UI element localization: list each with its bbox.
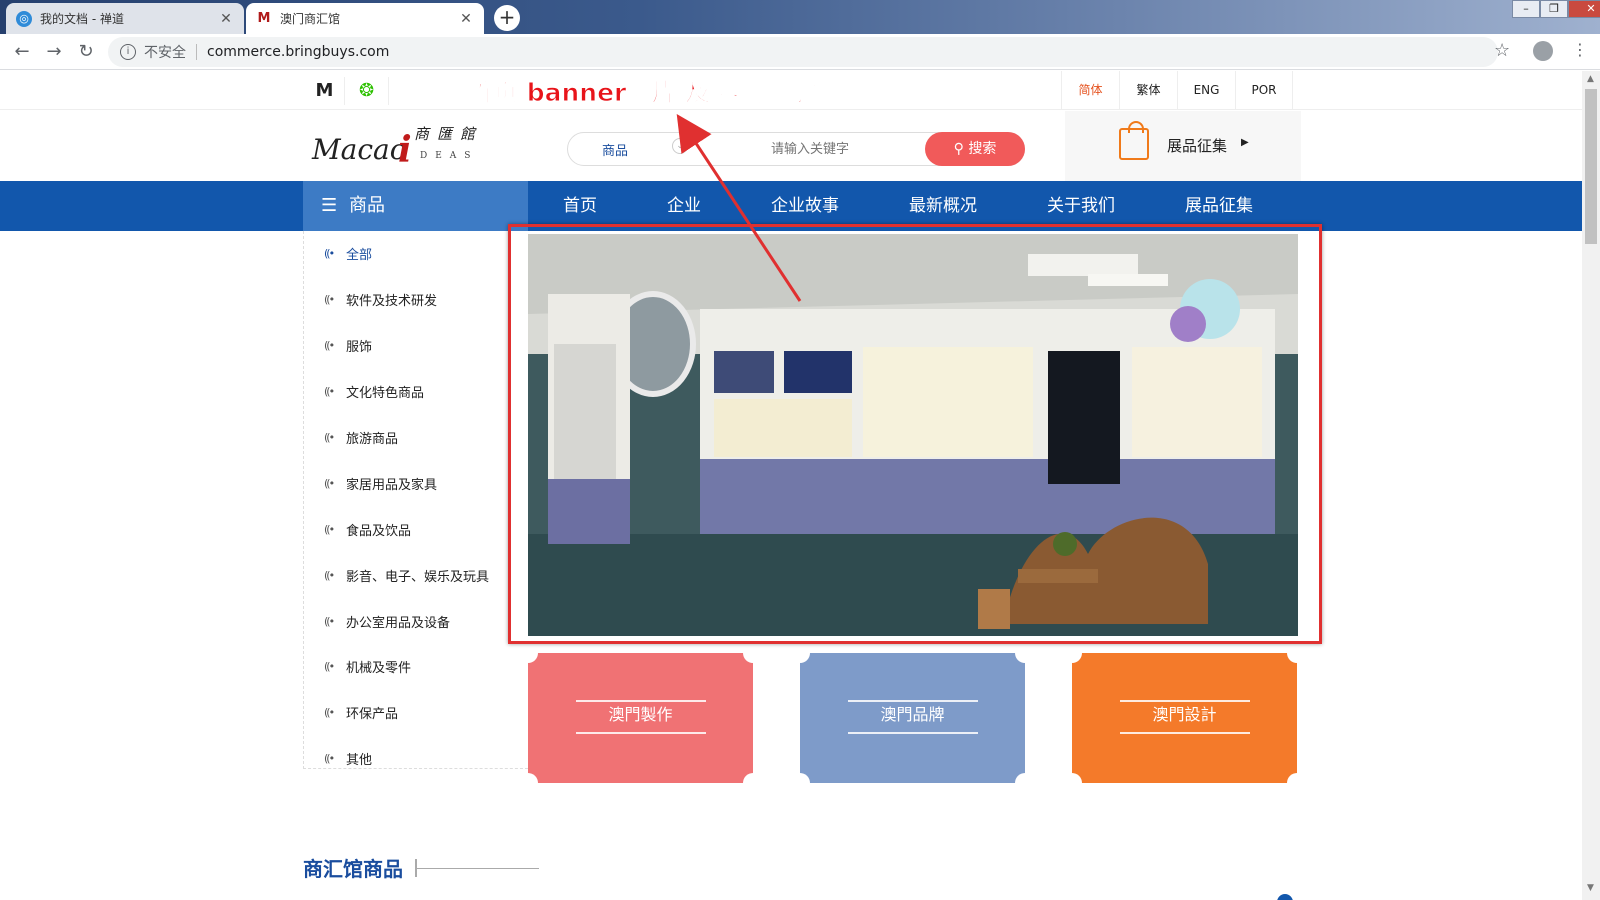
macao-favicon-icon: M xyxy=(257,11,271,26)
card-notch xyxy=(528,653,538,663)
feature-card-macao-brand[interactable]: 澳門品牌 xyxy=(800,653,1025,783)
card-notch xyxy=(1015,653,1025,663)
card-rule xyxy=(1120,732,1250,734)
browser-menu-icon[interactable]: ⋮ xyxy=(1572,40,1588,59)
card-notch xyxy=(743,653,753,663)
tab-close-icon[interactable]: ✕ xyxy=(218,11,234,27)
tab-zentao[interactable]: ◎ 我的文档 - 禅道 ✕ xyxy=(6,3,244,34)
feature-cards: 澳門製作 澳門品牌 澳門設計 xyxy=(528,653,1298,783)
close-window-button[interactable]: ✕ xyxy=(1568,0,1600,18)
card-notch xyxy=(1287,653,1297,663)
scroll-up-icon[interactable]: ▲ xyxy=(1587,74,1594,84)
card-notch xyxy=(528,773,538,783)
tab-macao-ideas[interactable]: M 澳门商汇馆 ✕ xyxy=(246,3,484,34)
new-tab-button[interactable]: + xyxy=(494,5,520,31)
card-notch xyxy=(800,773,810,783)
zentao-favicon-icon: ◎ xyxy=(16,10,32,27)
browser-tab-bar: ◎ 我的文档 - 禅道 ✕ M 澳门商汇馆 ✕ + – ❐ ✕ xyxy=(0,0,1600,34)
security-label: 不安全 xyxy=(144,45,186,61)
tab-title: 我的文档 - 禅道 xyxy=(40,12,124,26)
window-controls: – ❐ ✕ xyxy=(1512,0,1600,18)
card-rule xyxy=(576,732,706,734)
browser-toolbar: ← → ↻ i 不安全 commerce.bringbuys.com ☆ ⋮ xyxy=(0,34,1600,70)
card-notch xyxy=(1072,773,1082,783)
omnibox-divider xyxy=(196,44,197,60)
tab-close-icon[interactable]: ✕ xyxy=(458,11,474,27)
reload-icon[interactable]: ↻ xyxy=(70,41,102,62)
info-icon[interactable]: i xyxy=(120,44,136,60)
profile-avatar-icon[interactable] xyxy=(1533,41,1553,61)
tab-title: 澳门商汇馆 xyxy=(280,12,341,26)
section-title: 商汇馆商品 xyxy=(303,857,403,881)
minimize-button[interactable]: – xyxy=(1512,0,1540,18)
bookmark-star-icon[interactable]: ☆ xyxy=(1494,40,1510,61)
card-rule xyxy=(848,732,978,734)
page-scrollbar[interactable]: ▲ ▼ xyxy=(1582,71,1600,900)
card-notch xyxy=(1015,773,1025,783)
feature-card-macao-design[interactable]: 澳門設計 xyxy=(1072,653,1297,783)
card-notch xyxy=(1287,773,1297,783)
web-page: M ❂ 简体 繁体 ENG POR 首页 banner图片 及 视频 配置 Ma… xyxy=(0,71,1582,900)
back-arrow-icon[interactable]: ← xyxy=(6,41,38,62)
card-notch xyxy=(1072,653,1082,663)
section-rule xyxy=(415,858,539,877)
card-notch xyxy=(743,773,753,783)
card-notch xyxy=(800,653,810,663)
address-bar[interactable]: i 不安全 commerce.bringbuys.com xyxy=(108,37,1498,67)
card-label: 澳門製作 xyxy=(608,705,673,724)
card-label: 澳門設計 xyxy=(1152,705,1217,724)
feature-card-made-in-macao[interactable]: 澳門製作 xyxy=(528,653,753,783)
scroll-down-icon[interactable]: ▼ xyxy=(1587,883,1594,893)
url-text[interactable]: commerce.bringbuys.com xyxy=(207,44,389,60)
scrollbar-thumb[interactable] xyxy=(1585,89,1597,244)
card-label: 澳門品牌 xyxy=(880,705,945,724)
forward-arrow-icon[interactable]: → xyxy=(38,41,70,62)
products-section-header: 商汇馆商品 xyxy=(303,853,539,882)
restore-button[interactable]: ❐ xyxy=(1540,0,1568,18)
